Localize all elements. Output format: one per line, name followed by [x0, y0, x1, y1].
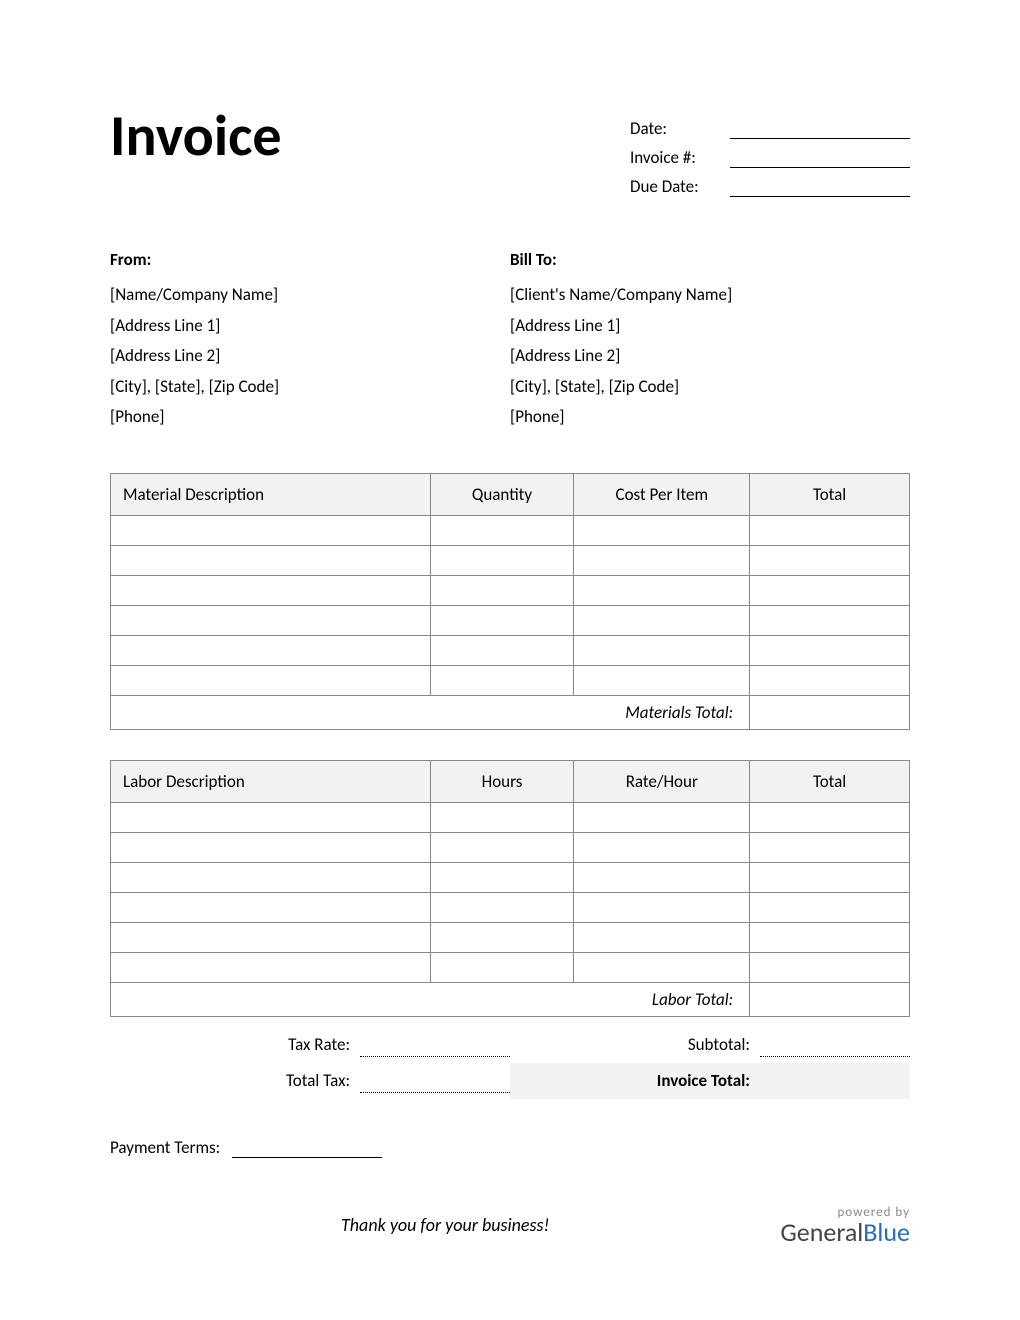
table-row[interactable]	[111, 922, 910, 952]
labor-header-hours: Hours	[430, 760, 574, 802]
invoice-total-field[interactable]	[760, 1069, 910, 1093]
from-address-2: [Address Line 2]	[110, 341, 510, 372]
subtotal-label: Subtotal:	[510, 1034, 760, 1055]
date-field[interactable]	[730, 119, 910, 139]
invoice-number-label: Invoice #:	[630, 147, 730, 168]
materials-header-cost: Cost Per Item	[574, 473, 750, 515]
bill-to-phone: [Phone]	[510, 402, 910, 433]
total-tax-label: Total Tax:	[110, 1070, 360, 1091]
labor-total-value[interactable]	[750, 982, 910, 1016]
materials-header-quantity: Quantity	[430, 473, 574, 515]
document-title: Invoice	[110, 100, 282, 171]
table-row[interactable]	[111, 892, 910, 922]
labor-total-label: Labor Total:	[111, 982, 750, 1016]
materials-table: Material Description Quantity Cost Per I…	[110, 473, 910, 730]
from-heading: From:	[110, 249, 510, 270]
invoice-number-field[interactable]	[730, 148, 910, 168]
table-row[interactable]	[111, 832, 910, 862]
thank-you-message: Thank you for your business!	[110, 1214, 780, 1236]
due-date-field[interactable]	[730, 177, 910, 197]
generalblue-logo: GeneralBlue	[780, 1219, 910, 1245]
materials-total-label: Materials Total:	[111, 695, 750, 729]
table-row[interactable]	[111, 665, 910, 695]
payment-terms-label: Payment Terms:	[110, 1137, 220, 1158]
from-city-state-zip: [City], [State], [Zip Code]	[110, 372, 510, 403]
payment-terms-field[interactable]	[232, 1140, 382, 1158]
table-row[interactable]	[111, 952, 910, 982]
tax-rate-field[interactable]	[360, 1033, 510, 1057]
from-phone: [Phone]	[110, 402, 510, 433]
table-row[interactable]	[111, 515, 910, 545]
bill-to-heading: Bill To:	[510, 249, 910, 270]
bill-to-name: [Client's Name/Company Name]	[510, 280, 910, 311]
table-row[interactable]	[111, 635, 910, 665]
total-tax-field[interactable]	[360, 1069, 510, 1093]
table-row[interactable]	[111, 802, 910, 832]
invoice-total-label: Invoice Total:	[510, 1070, 760, 1091]
tax-rate-label: Tax Rate:	[110, 1034, 360, 1055]
bill-to-block: Bill To: [Client's Name/Company Name] [A…	[510, 249, 910, 433]
labor-header-rate: Rate/Hour	[574, 760, 750, 802]
from-name: [Name/Company Name]	[110, 280, 510, 311]
table-row[interactable]	[111, 575, 910, 605]
table-row[interactable]	[111, 545, 910, 575]
from-address-1: [Address Line 1]	[110, 311, 510, 342]
labor-header-description: Labor Description	[111, 760, 431, 802]
bill-to-address-1: [Address Line 1]	[510, 311, 910, 342]
bill-to-address-2: [Address Line 2]	[510, 341, 910, 372]
subtotal-field[interactable]	[760, 1033, 910, 1057]
date-label: Date:	[630, 118, 730, 139]
branding: powered by GeneralBlue	[780, 1206, 910, 1245]
invoice-meta: Date: Invoice #: Due Date:	[630, 118, 910, 205]
materials-header-total: Total	[750, 473, 910, 515]
labor-table: Labor Description Hours Rate/Hour Total …	[110, 760, 910, 1017]
table-row[interactable]	[111, 862, 910, 892]
materials-total-value[interactable]	[750, 695, 910, 729]
due-date-label: Due Date:	[630, 176, 730, 197]
materials-header-description: Material Description	[111, 473, 431, 515]
labor-header-total: Total	[750, 760, 910, 802]
bill-to-city-state-zip: [City], [State], [Zip Code]	[510, 372, 910, 403]
from-block: From: [Name/Company Name] [Address Line …	[110, 249, 510, 433]
table-row[interactable]	[111, 605, 910, 635]
